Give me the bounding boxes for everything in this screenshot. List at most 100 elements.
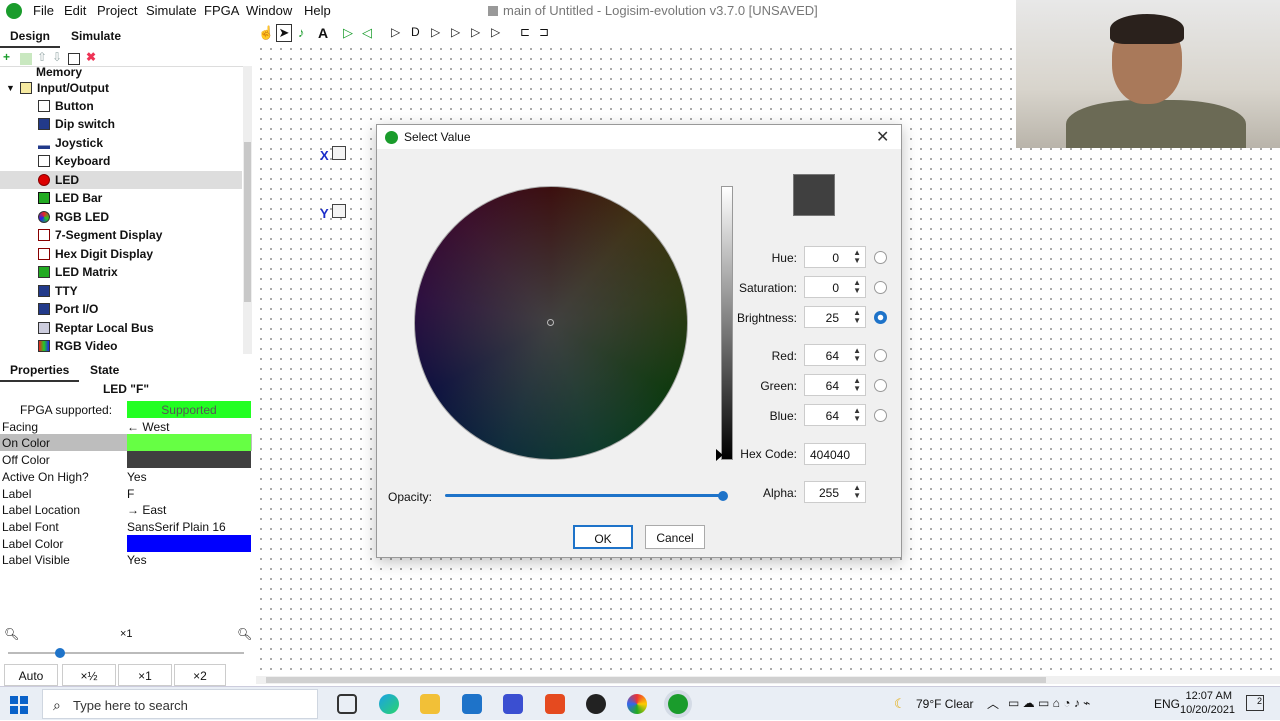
input-pin-y[interactable] (332, 204, 346, 218)
tree-item-dip-switch[interactable]: Dip switch (0, 115, 242, 133)
obs-icon[interactable] (586, 694, 606, 714)
saturation-radio[interactable] (874, 281, 887, 294)
tree-item-joystick[interactable]: Joystick (0, 134, 242, 152)
prop-row-label[interactable]: Label F (0, 485, 252, 502)
poke-tool-icon[interactable]: ☝ (258, 25, 274, 41)
brightness-radio[interactable] (874, 311, 887, 324)
clock[interactable]: 12:07 AM 10/20/2021 (1180, 689, 1235, 717)
green-value[interactable]: 64 (826, 379, 839, 393)
and-gate-icon[interactable]: D (411, 25, 420, 39)
task-view-icon[interactable] (337, 694, 357, 714)
saturation-value[interactable]: 0 (832, 281, 839, 295)
prop-value-label-font[interactable]: SansSerif Plain 16 (127, 518, 251, 535)
tree-item-port-io[interactable]: Port I/O (0, 300, 242, 318)
spinner-arrows-icon[interactable]: ▲ ▼ (853, 309, 861, 325)
menu-edit[interactable]: Edit (64, 3, 86, 18)
mail-icon[interactable] (462, 694, 482, 714)
zoom-out-icon[interactable]: 🔍︎ (4, 627, 19, 641)
tree-item-led-bar[interactable]: LED Bar (0, 189, 242, 207)
splitter-icon[interactable]: ⊐ (539, 25, 549, 39)
spinner-arrows-icon[interactable]: ▲ ▼ (853, 279, 861, 295)
tree-scrollbar[interactable] (243, 66, 252, 354)
tab-design[interactable]: Design (0, 26, 61, 48)
menu-file[interactable]: File (33, 3, 54, 18)
add-vhdl-icon[interactable] (20, 53, 32, 65)
cancel-button[interactable]: Cancel (645, 525, 705, 549)
zoom-slider[interactable] (8, 652, 244, 654)
prop-value-label-visible[interactable]: Yes (127, 551, 251, 568)
spinner-arrows-icon[interactable]: ▲ ▼ (853, 249, 861, 265)
zoom-1x-button[interactable]: ×1 (118, 664, 172, 686)
prop-value-label[interactable]: F (127, 485, 251, 502)
tree-item-button[interactable]: Button (0, 97, 242, 115)
tab-properties[interactable]: Properties (0, 360, 80, 382)
weather-text[interactable]: 79°F Clear (916, 697, 974, 711)
add-circuit-icon[interactable]: + (3, 50, 15, 64)
move-down-icon[interactable]: ⇩ (52, 50, 64, 64)
tree-item-rgb-led[interactable]: RGB LED (0, 208, 242, 226)
menu-project[interactable]: Project (97, 3, 137, 18)
windows-start-icon[interactable] (10, 696, 28, 714)
red-spinner[interactable]: 64 ▲ ▼ (804, 344, 866, 366)
hue-spinner[interactable]: 0 ▲ ▼ (804, 246, 866, 268)
edge-browser-icon[interactable] (379, 694, 399, 714)
text-tool-icon[interactable]: A (318, 25, 328, 41)
tree-item-7-segment-display[interactable]: 7-Segment Display (0, 226, 242, 244)
move-up-icon[interactable]: ⇧ (37, 50, 49, 64)
nand-gate-icon[interactable]: ▷ (451, 25, 460, 39)
tree-group-input-output[interactable]: ▼ Input/Output (0, 79, 242, 97)
nor-gate-icon[interactable]: ▷ (491, 25, 500, 39)
blue-radio[interactable] (874, 409, 887, 422)
prop-value-facing[interactable]: ← West (127, 418, 251, 435)
tree-item-tty[interactable]: TTY (0, 282, 242, 300)
hue-radio[interactable] (874, 251, 887, 264)
blue-value[interactable]: 64 (826, 409, 839, 423)
tunnel-icon[interactable]: ⊏ (520, 25, 530, 39)
zoom-slider-knob[interactable] (55, 648, 65, 658)
hue-value[interactable]: 0 (832, 251, 839, 265)
blue-spinner[interactable]: 64 ▲ ▼ (804, 404, 866, 426)
delete-circuit-icon[interactable]: ✖ (86, 50, 98, 64)
brightness-spinner[interactable]: 25 ▲ ▼ (804, 306, 866, 328)
chrome-icon[interactable] (627, 694, 647, 714)
menu-simulate[interactable]: Simulate (146, 3, 197, 18)
or-gate-icon[interactable]: ▷ (471, 25, 480, 39)
prop-value-on-color[interactable] (127, 434, 251, 451)
output-pin-icon[interactable]: ◁ (362, 25, 372, 41)
prop-value-label-color[interactable] (127, 535, 251, 552)
prop-row-active-on-high[interactable]: Active On High? Yes (0, 468, 252, 485)
prop-row-off-color[interactable]: Off Color (0, 451, 252, 468)
language-indicator[interactable]: ENG (1154, 697, 1180, 711)
tree-item-led-matrix[interactable]: LED Matrix (0, 263, 242, 281)
input-pin-x[interactable] (332, 146, 346, 160)
prop-value-off-color[interactable] (127, 451, 251, 468)
menu-help[interactable]: Help (304, 3, 331, 18)
tab-simulate[interactable]: Simulate (61, 26, 131, 46)
tree-scrollbar-thumb[interactable] (244, 142, 251, 302)
brightness-value[interactable]: 25 (826, 311, 839, 325)
prop-value-label-location[interactable]: → East (127, 501, 251, 518)
red-value[interactable]: 64 (826, 349, 839, 363)
alpha-value[interactable]: 255 (819, 486, 839, 500)
tree-item-rgb-video[interactable]: RGB Video (0, 337, 242, 354)
file-explorer-icon[interactable] (420, 694, 440, 714)
tree-item-hex-digit-display[interactable]: Hex Digit Display (0, 245, 242, 263)
canvas-scrollbar-thumb[interactable] (266, 677, 1046, 683)
input-pin-icon[interactable]: ▷ (343, 25, 353, 41)
prop-row-label-visible[interactable]: Label Visible Yes (0, 551, 252, 568)
prop-row-label-location[interactable]: Label Location → East (0, 501, 252, 518)
red-radio[interactable] (874, 349, 887, 362)
menu-fpga[interactable]: FPGA (204, 3, 239, 18)
prop-value-active-on-high[interactable]: Yes (127, 468, 251, 485)
alpha-spinner[interactable]: 255 ▲ ▼ (804, 481, 866, 503)
menu-window[interactable]: Window (246, 3, 292, 18)
canvas-horizontal-scrollbar[interactable] (256, 676, 1280, 684)
spinner-arrows-icon[interactable]: ▲ ▼ (853, 347, 861, 363)
prop-row-label-font[interactable]: Label Font SansSerif Plain 16 (0, 518, 252, 535)
notification-icon[interactable]: 2 (1246, 695, 1264, 711)
tree-item-keyboard[interactable]: Keyboard (0, 152, 242, 170)
buffer-gate-icon[interactable]: ▷ (391, 25, 400, 39)
spinner-arrows-icon[interactable]: ▲ ▼ (853, 484, 861, 500)
prop-row-on-color[interactable]: On Color (0, 434, 252, 451)
zoom-2x-button[interactable]: ×2 (174, 664, 226, 686)
